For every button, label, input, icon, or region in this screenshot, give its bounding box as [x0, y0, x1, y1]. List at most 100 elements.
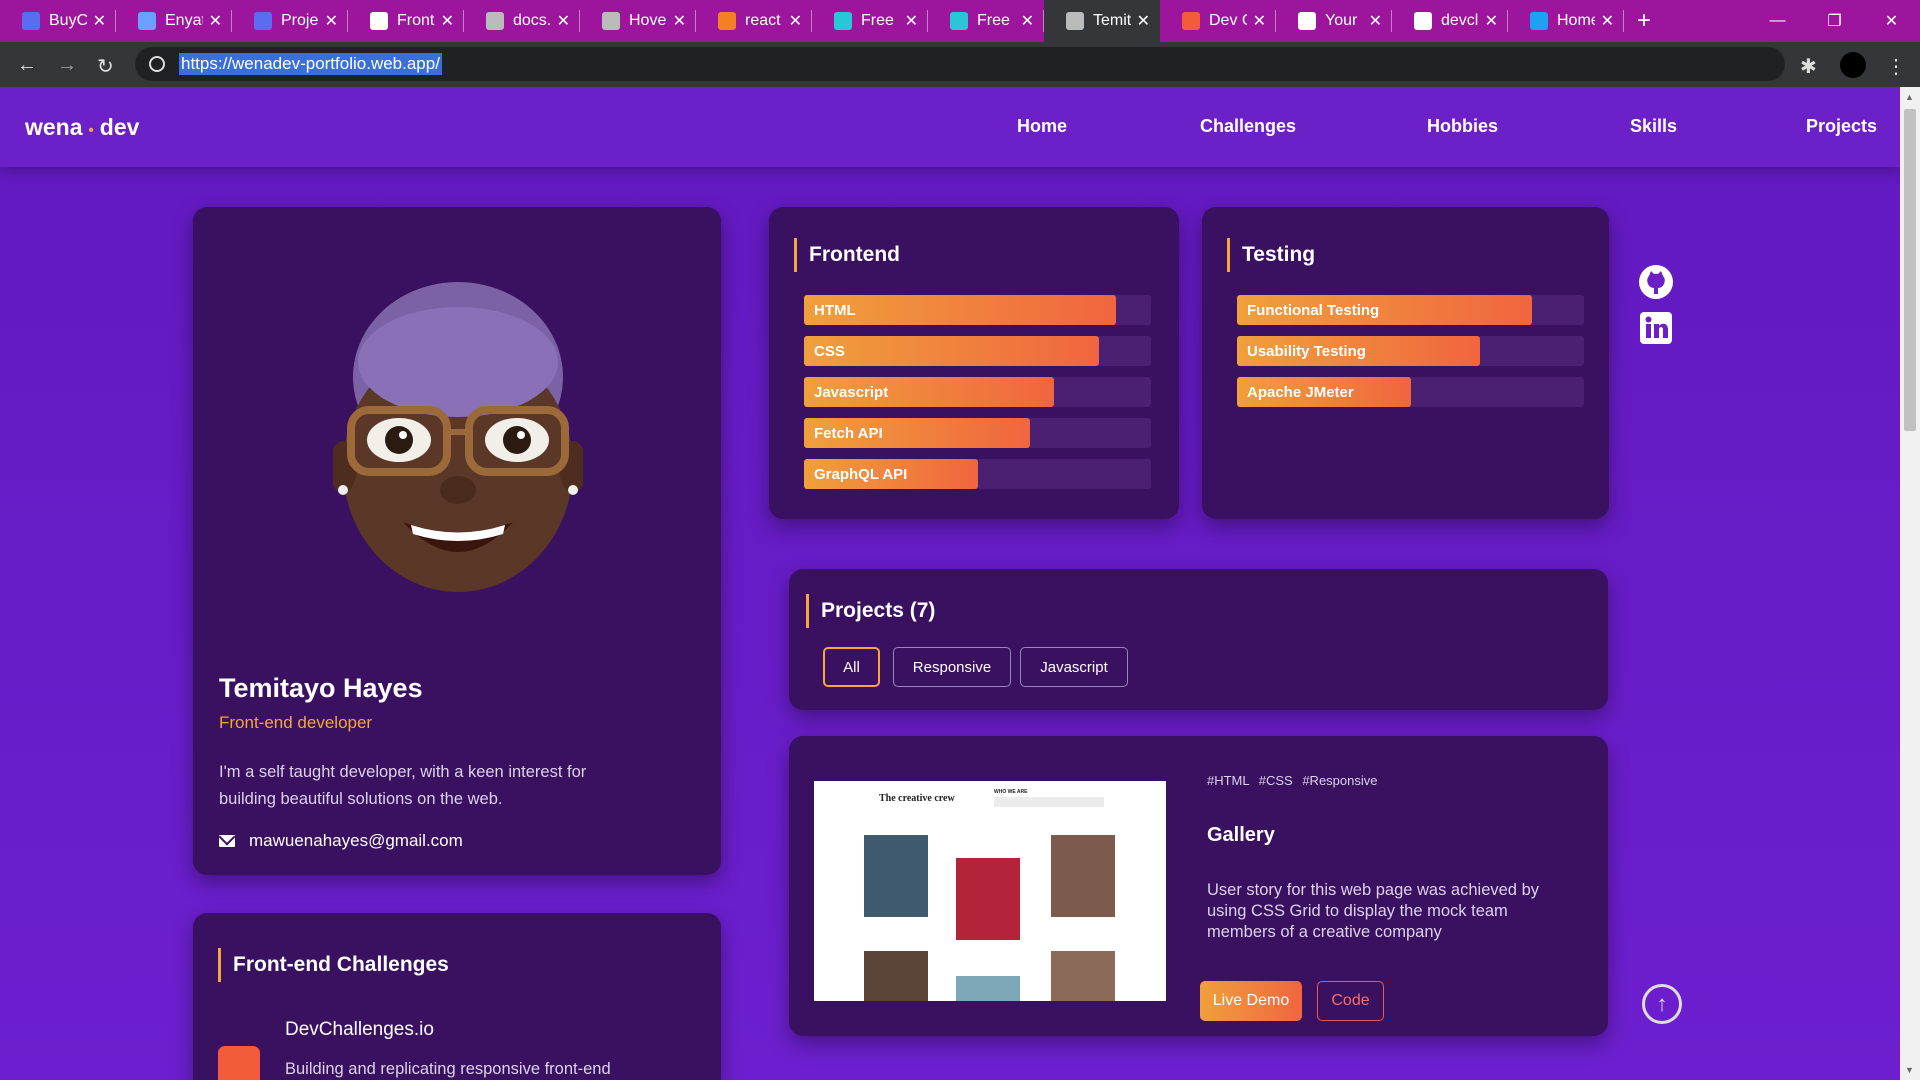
- close-tab-icon[interactable]: ✕: [1485, 11, 1498, 31]
- scrollbar-thumb[interactable]: [1904, 109, 1916, 431]
- url-text[interactable]: https://wenadev-portfolio.web.app/: [179, 53, 442, 75]
- doc-icon: [370, 12, 388, 30]
- thumb-photo: [1051, 835, 1115, 917]
- browser-tab-strip: BuyCo✕Enyata✕Projec✕Front✕docs.✕Hove✕rea…: [0, 0, 1920, 42]
- scroll-up-icon[interactable]: ▲: [1905, 92, 1914, 102]
- testing-skills-title: Testing: [1227, 238, 1315, 272]
- browser-tab[interactable]: Your ✕: [1276, 0, 1392, 42]
- extensions-icon[interactable]: ✱: [1800, 54, 1817, 79]
- project-title: Gallery: [1207, 824, 1275, 846]
- challenge-item-title[interactable]: DevChallenges.io: [285, 1019, 434, 1041]
- browser-tab[interactable]: devcl ✕: [1392, 0, 1508, 42]
- tab-title: react: [745, 12, 781, 29]
- close-tab-icon[interactable]: ✕: [325, 11, 338, 31]
- profile-email-text[interactable]: mawuenahayes@gmail.com: [249, 831, 463, 851]
- project-description: User story for this web page was achieve…: [1207, 881, 1539, 941]
- close-tab-icon[interactable]: ✕: [1601, 11, 1614, 31]
- challenge-item-desc: Building and replicating responsive fron…: [285, 1060, 611, 1078]
- close-tab-icon[interactable]: ✕: [1369, 11, 1382, 31]
- site-info-icon[interactable]: [149, 56, 165, 72]
- browser-tab[interactable]: Home ✕: [1508, 0, 1624, 42]
- minimize-icon[interactable]: —: [1749, 0, 1806, 42]
- address-bar[interactable]: https://wenadev-portfolio.web.app/: [135, 47, 1785, 81]
- close-tab-icon[interactable]: ✕: [1021, 11, 1034, 31]
- close-tab-icon[interactable]: ✕: [209, 11, 222, 31]
- skill-bar: GraphQL API: [804, 459, 1151, 489]
- page-scrollbar[interactable]: ▲ ▼: [1900, 87, 1920, 1080]
- site-logo[interactable]: wena • dev: [25, 114, 139, 141]
- nav-link-skills[interactable]: Skills: [1630, 116, 1677, 137]
- linkedin-icon[interactable]: [1638, 310, 1674, 346]
- spin-icon: [950, 12, 968, 30]
- thumb-subheading: WHO WE ARE: [994, 789, 1028, 795]
- close-tab-icon[interactable]: ✕: [557, 11, 570, 31]
- filter-responsive-button[interactable]: Responsive: [893, 647, 1011, 687]
- close-tab-icon[interactable]: ✕: [441, 11, 454, 31]
- scroll-to-top-button[interactable]: ↑: [1642, 984, 1682, 1024]
- logo-dot: •: [88, 122, 94, 139]
- nav-link-hobbies[interactable]: Hobbies: [1427, 116, 1498, 137]
- live-demo-button[interactable]: Live Demo: [1200, 981, 1302, 1021]
- close-tab-icon[interactable]: ✕: [789, 11, 802, 31]
- nav-link-challenges[interactable]: Challenges: [1200, 116, 1296, 137]
- close-tab-icon[interactable]: ✕: [905, 11, 918, 31]
- browser-tab[interactable]: Hove ✕: [580, 0, 696, 42]
- browser-tab[interactable]: Front ✕: [348, 0, 464, 42]
- skill-bar-fill: Usability Testing: [1237, 336, 1480, 366]
- project-tags: #HTML #CSS #Responsive: [1207, 773, 1378, 788]
- skill-bar-fill: Javascript: [804, 377, 1054, 407]
- new-tab-button[interactable]: +: [1624, 0, 1664, 42]
- browser-tab[interactable]: Dev C ✕: [1160, 0, 1276, 42]
- restore-icon[interactable]: ❐: [1806, 0, 1863, 42]
- filter-javascript-button[interactable]: Javascript: [1020, 647, 1128, 687]
- tab-title: Your: [1325, 12, 1358, 29]
- browser-tab[interactable]: Projec ✕: [232, 0, 348, 42]
- tab-title: Free C: [977, 12, 1015, 29]
- filter-all-button[interactable]: All: [823, 647, 880, 687]
- browser-tab[interactable]: Enyata ✕: [116, 0, 232, 42]
- code-button[interactable]: Code: [1317, 981, 1384, 1021]
- thumb-photo: [956, 976, 1020, 1001]
- thumb-photo: [864, 951, 928, 1001]
- skill-bar: Functional Testing: [1237, 295, 1584, 325]
- thumb-photo: [864, 835, 928, 917]
- back-icon[interactable]: ←: [17, 54, 37, 77]
- close-tab-icon[interactable]: ✕: [673, 11, 686, 31]
- browser-tab[interactable]: BuyCo ✕: [0, 0, 116, 42]
- nav-link-home[interactable]: Home: [1017, 116, 1067, 137]
- nav-link-projects[interactable]: Projects: [1806, 116, 1877, 137]
- skill-bar-fill: Functional Testing: [1237, 295, 1532, 325]
- profile-email[interactable]: mawuenahayes@gmail.com: [219, 831, 463, 851]
- browser-tab[interactable]: Free C ✕: [928, 0, 1044, 42]
- page-viewport: wena • dev Home Challenges Hobbies Skills …: [0, 87, 1900, 1080]
- reload-icon[interactable]: ↻: [97, 54, 114, 79]
- profile-bio: I'm a self taught developer, with a keen…: [219, 763, 587, 808]
- browser-tab[interactable]: Free I ✕: [812, 0, 928, 42]
- tab-title: Front: [397, 12, 435, 29]
- logo-left-text: wena: [25, 114, 83, 140]
- scroll-down-icon[interactable]: ▼: [1905, 1065, 1914, 1075]
- tab-title: devcl: [1441, 12, 1479, 29]
- profile-avatar-icon[interactable]: [1840, 52, 1866, 78]
- menu-icon[interactable]: ⋮: [1886, 54, 1906, 79]
- forward-icon[interactable]: →: [57, 54, 77, 77]
- project-thumbnail[interactable]: The creative crew WHO WE ARE: [814, 781, 1166, 1001]
- browser-tab[interactable]: Temit ✕: [1044, 0, 1160, 42]
- projects-title: Projects (7): [806, 594, 935, 628]
- challenges-card: Front-end Challenges DevChallenges.io Bu…: [193, 913, 721, 1080]
- projects-header-card: Projects (7) All Responsive Javascript: [789, 569, 1608, 710]
- browser-tab[interactable]: docs. ✕: [464, 0, 580, 42]
- tab-title: Free I: [861, 12, 899, 29]
- close-tab-icon[interactable]: ✕: [1253, 11, 1266, 31]
- window-controls: — ❐ ✕: [1749, 0, 1920, 42]
- close-tab-icon[interactable]: ✕: [93, 11, 106, 31]
- close-tab-icon[interactable]: ✕: [1137, 11, 1150, 31]
- mail-icon: [219, 835, 235, 847]
- spin-icon: [834, 12, 852, 30]
- close-window-icon[interactable]: ✕: [1863, 0, 1920, 42]
- github-icon[interactable]: [1638, 264, 1674, 300]
- skill-bar-fill: Fetch API: [804, 418, 1030, 448]
- tab-title: Home: [1557, 12, 1595, 29]
- devchallenges-icon: [1182, 12, 1200, 30]
- browser-tab[interactable]: react ✕: [696, 0, 812, 42]
